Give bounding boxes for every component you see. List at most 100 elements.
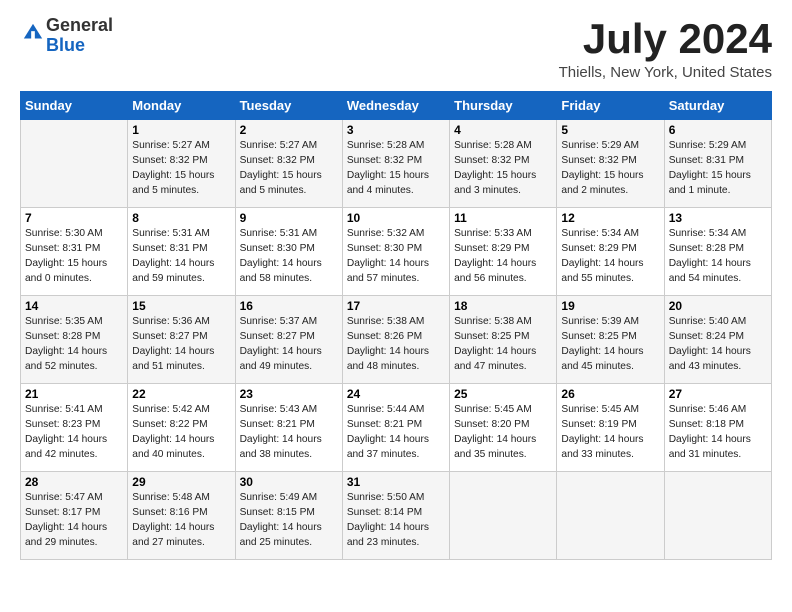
day-cell: 25 Sunrise: 5:45 AM Sunset: 8:20 PM Dayli…	[450, 384, 557, 472]
day-cell: 16 Sunrise: 5:37 AM Sunset: 8:27 PM Dayli…	[235, 296, 342, 384]
day-number: 23	[240, 387, 338, 401]
day-cell: 29 Sunrise: 5:48 AM Sunset: 8:16 PM Dayli…	[128, 472, 235, 560]
day-cell: 27 Sunrise: 5:46 AM Sunset: 8:18 PM Dayli…	[664, 384, 771, 472]
logo: General Blue	[20, 16, 113, 56]
day-info: Sunrise: 5:42 AM Sunset: 8:22 PM Dayligh…	[132, 403, 230, 462]
day-info: Sunrise: 5:37 AM Sunset: 8:27 PM Dayligh…	[240, 315, 338, 374]
day-info: Sunrise: 5:31 AM Sunset: 8:31 PM Dayligh…	[132, 227, 230, 286]
day-cell: 11 Sunrise: 5:33 AM Sunset: 8:29 PM Dayli…	[450, 208, 557, 296]
week-row-2: 7 Sunrise: 5:30 AM Sunset: 8:31 PM Daylig…	[21, 208, 772, 296]
day-cell: 31Sunrise: 5:50 AM Sunset: 8:14 PM Dayli…	[342, 472, 449, 560]
header-row: SundayMondayTuesdayWednesdayThursdayFrid…	[21, 92, 772, 120]
day-info: Sunrise: 5:33 AM Sunset: 8:29 PM Dayligh…	[454, 227, 552, 286]
day-info: Sunrise: 5:47 AM Sunset: 8:17 PM Dayligh…	[25, 491, 123, 550]
day-cell: 22 Sunrise: 5:42 AM Sunset: 8:22 PM Dayli…	[128, 384, 235, 472]
day-cell: 1Sunrise: 5:27 AM Sunset: 8:32 PM Daylig…	[128, 120, 235, 208]
day-number: 15	[132, 299, 230, 313]
day-info: Sunrise: 5:32 AM Sunset: 8:30 PM Dayligh…	[347, 227, 445, 286]
day-info: Sunrise: 5:48 AM Sunset: 8:16 PM Dayligh…	[132, 491, 230, 550]
day-cell: 8 Sunrise: 5:31 AM Sunset: 8:31 PM Daylig…	[128, 208, 235, 296]
logo-text: General Blue	[46, 16, 113, 56]
day-info: Sunrise: 5:38 AM Sunset: 8:25 PM Dayligh…	[454, 315, 552, 374]
day-number: 11	[454, 211, 552, 225]
day-cell: 28 Sunrise: 5:47 AM Sunset: 8:17 PM Dayli…	[21, 472, 128, 560]
day-info: Sunrise: 5:50 AM Sunset: 8:14 PM Dayligh…	[347, 491, 445, 550]
day-info: Sunrise: 5:29 AM Sunset: 8:32 PM Dayligh…	[561, 139, 659, 198]
day-info: Sunrise: 5:46 AM Sunset: 8:18 PM Dayligh…	[669, 403, 767, 462]
day-cell	[557, 472, 664, 560]
day-info: Sunrise: 5:34 AM Sunset: 8:28 PM Dayligh…	[669, 227, 767, 286]
day-info: Sunrise: 5:44 AM Sunset: 8:21 PM Dayligh…	[347, 403, 445, 462]
week-row-4: 21 Sunrise: 5:41 AM Sunset: 8:23 PM Dayli…	[21, 384, 772, 472]
day-cell: 6Sunrise: 5:29 AM Sunset: 8:31 PM Daylig…	[664, 120, 771, 208]
day-cell	[450, 472, 557, 560]
header-cell-thursday: Thursday	[450, 92, 557, 120]
day-cell: 13Sunrise: 5:34 AM Sunset: 8:28 PM Dayli…	[664, 208, 771, 296]
header-cell-wednesday: Wednesday	[342, 92, 449, 120]
day-number: 25	[454, 387, 552, 401]
day-number: 21	[25, 387, 123, 401]
day-info: Sunrise: 5:30 AM Sunset: 8:31 PM Dayligh…	[25, 227, 123, 286]
month-title: July 2024	[559, 16, 772, 62]
day-number: 14	[25, 299, 123, 313]
day-info: Sunrise: 5:41 AM Sunset: 8:23 PM Dayligh…	[25, 403, 123, 462]
day-number: 8	[132, 211, 230, 225]
day-number: 5	[561, 123, 659, 137]
day-number: 7	[25, 211, 123, 225]
header: General Blue July 2024 Thiells, New York…	[20, 16, 772, 81]
day-number: 19	[561, 299, 659, 313]
day-cell: 2 Sunrise: 5:27 AM Sunset: 8:32 PM Daylig…	[235, 120, 342, 208]
day-cell: 19 Sunrise: 5:39 AM Sunset: 8:25 PM Dayli…	[557, 296, 664, 384]
day-info: Sunrise: 5:40 AM Sunset: 8:24 PM Dayligh…	[669, 315, 767, 374]
day-info: Sunrise: 5:27 AM Sunset: 8:32 PM Dayligh…	[240, 139, 338, 198]
day-info: Sunrise: 5:43 AM Sunset: 8:21 PM Dayligh…	[240, 403, 338, 462]
day-number: 4	[454, 123, 552, 137]
day-info: Sunrise: 5:45 AM Sunset: 8:20 PM Dayligh…	[454, 403, 552, 462]
day-info: Sunrise: 5:28 AM Sunset: 8:32 PM Dayligh…	[347, 139, 445, 198]
calendar-table: SundayMondayTuesdayWednesdayThursdayFrid…	[20, 91, 772, 560]
day-info: Sunrise: 5:38 AM Sunset: 8:26 PM Dayligh…	[347, 315, 445, 374]
week-row-3: 14 Sunrise: 5:35 AM Sunset: 8:28 PM Dayli…	[21, 296, 772, 384]
header-cell-monday: Monday	[128, 92, 235, 120]
day-info: Sunrise: 5:35 AM Sunset: 8:28 PM Dayligh…	[25, 315, 123, 374]
page: General Blue July 2024 Thiells, New York…	[0, 0, 792, 572]
day-number: 2	[240, 123, 338, 137]
day-number: 10	[347, 211, 445, 225]
day-number: 28	[25, 475, 123, 489]
day-number: 16	[240, 299, 338, 313]
day-number: 18	[454, 299, 552, 313]
day-cell: 24 Sunrise: 5:44 AM Sunset: 8:21 PM Dayli…	[342, 384, 449, 472]
header-cell-tuesday: Tuesday	[235, 92, 342, 120]
day-number: 26	[561, 387, 659, 401]
day-cell: 18 Sunrise: 5:38 AM Sunset: 8:25 PM Dayli…	[450, 296, 557, 384]
day-cell	[664, 472, 771, 560]
location: Thiells, New York, United States	[559, 64, 772, 81]
week-row-1: 1Sunrise: 5:27 AM Sunset: 8:32 PM Daylig…	[21, 120, 772, 208]
day-info: Sunrise: 5:28 AM Sunset: 8:32 PM Dayligh…	[454, 139, 552, 198]
title-block: July 2024 Thiells, New York, United Stat…	[559, 16, 772, 81]
day-cell: 15 Sunrise: 5:36 AM Sunset: 8:27 PM Dayli…	[128, 296, 235, 384]
day-cell: 26 Sunrise: 5:45 AM Sunset: 8:19 PM Dayli…	[557, 384, 664, 472]
week-row-5: 28 Sunrise: 5:47 AM Sunset: 8:17 PM Dayli…	[21, 472, 772, 560]
day-cell: 5 Sunrise: 5:29 AM Sunset: 8:32 PM Daylig…	[557, 120, 664, 208]
day-info: Sunrise: 5:34 AM Sunset: 8:29 PM Dayligh…	[561, 227, 659, 286]
day-cell: 4 Sunrise: 5:28 AM Sunset: 8:32 PM Daylig…	[450, 120, 557, 208]
day-info: Sunrise: 5:27 AM Sunset: 8:32 PM Dayligh…	[132, 139, 230, 198]
day-info: Sunrise: 5:45 AM Sunset: 8:19 PM Dayligh…	[561, 403, 659, 462]
day-info: Sunrise: 5:36 AM Sunset: 8:27 PM Dayligh…	[132, 315, 230, 374]
logo-icon	[22, 22, 44, 44]
day-cell: 21 Sunrise: 5:41 AM Sunset: 8:23 PM Dayli…	[21, 384, 128, 472]
day-cell: 17Sunrise: 5:38 AM Sunset: 8:26 PM Dayli…	[342, 296, 449, 384]
day-number: 27	[669, 387, 767, 401]
day-number: 6	[669, 123, 767, 137]
day-number: 22	[132, 387, 230, 401]
day-info: Sunrise: 5:39 AM Sunset: 8:25 PM Dayligh…	[561, 315, 659, 374]
day-cell: 23 Sunrise: 5:43 AM Sunset: 8:21 PM Dayli…	[235, 384, 342, 472]
header-cell-friday: Friday	[557, 92, 664, 120]
day-number: 29	[132, 475, 230, 489]
day-cell: 14 Sunrise: 5:35 AM Sunset: 8:28 PM Dayli…	[21, 296, 128, 384]
day-cell: 7 Sunrise: 5:30 AM Sunset: 8:31 PM Daylig…	[21, 208, 128, 296]
day-cell: 9Sunrise: 5:31 AM Sunset: 8:30 PM Daylig…	[235, 208, 342, 296]
day-number: 24	[347, 387, 445, 401]
day-cell: 12Sunrise: 5:34 AM Sunset: 8:29 PM Dayli…	[557, 208, 664, 296]
